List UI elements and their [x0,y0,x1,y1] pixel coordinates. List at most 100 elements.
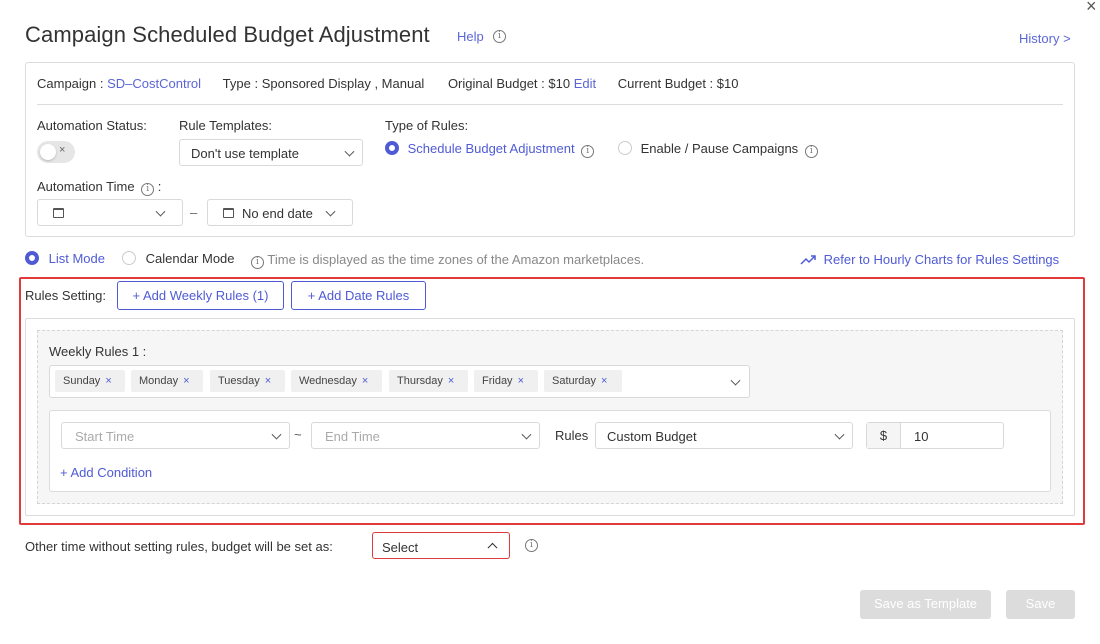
remove-tag-icon[interactable]: × [183,375,189,387]
remove-tag-icon[interactable]: × [601,375,607,387]
timezone-note-text: Time is displayed as the time zones of t… [267,252,645,267]
calendar-icon [223,208,234,218]
day-tag-thursday: Thursday × [389,370,468,392]
budget-amount-input[interactable]: $ 10 [866,422,1004,449]
radio-list-mode[interactable]: List Mode [25,251,105,266]
hourly-charts-link-text: Refer to Hourly Charts for Rules Setting… [823,252,1060,267]
currency-addon: $ [867,423,901,448]
chevron-down-icon [834,429,845,440]
type-label: Type : [222,76,259,91]
hourly-charts-link[interactable]: Refer to Hourly Charts for Rules Setting… [800,252,1059,267]
chevron-right-icon: > [1063,31,1071,46]
end-time-placeholder: End Time [325,429,380,444]
other-time-label: Other time without setting rules, budget… [25,539,333,554]
rules-label: Rules [555,428,589,443]
save-button[interactable]: Save [1006,590,1075,619]
save-as-template-button[interactable]: Save as Template [860,590,991,619]
start-date-picker[interactable] [37,199,183,226]
end-date-value: No end date [242,206,313,221]
day-tag-label: Wednesday [299,375,357,387]
weekly-rules-label: Weekly Rules 1 : [49,344,147,359]
rule-type-select[interactable]: Custom Budget [595,422,853,449]
toggle-off-icon: × [59,144,66,156]
automation-status-toggle[interactable]: × [37,141,75,163]
rule-templates-label: Rule Templates: [179,118,272,133]
end-date-picker[interactable]: No end date [207,199,353,226]
info-icon: i [493,30,506,43]
history-link[interactable]: History > [1019,31,1071,46]
add-date-rules-button[interactable]: + Add Date Rules [291,281,426,310]
radio-calendar-mode[interactable]: Calendar Mode [122,251,235,266]
campaign-name-link[interactable]: SD–CostControl [107,76,201,91]
budget-amount-value: 10 [914,429,929,444]
day-tag-label: Thursday [397,375,443,387]
history-label: History [1019,31,1060,46]
timezone-note: i Time is displayed as the time zones of… [251,252,644,269]
list-mode-label: List Mode [48,251,105,266]
chevron-down-icon [344,146,355,157]
info-icon: i [804,145,818,158]
day-tag-sunday: Sunday × [55,370,125,392]
edit-budget-link[interactable]: Edit [574,76,596,91]
divider [37,104,1063,105]
radio-schedule-budget-label: Schedule Budget Adjustment [407,141,575,156]
rule-type-value: Custom Budget [607,429,697,444]
end-time-select[interactable]: End Time [311,422,540,449]
add-weekly-rules-button[interactable]: + Add Weekly Rules (1) [117,281,284,310]
calendar-mode-label: Calendar Mode [145,251,235,266]
start-time-placeholder: Start Time [75,429,135,444]
info-icon: i [525,539,538,552]
day-tag-label: Tuesday [218,375,260,387]
day-tag-label: Sunday [63,375,101,387]
radio-unselected-icon [122,251,136,265]
help-link[interactable]: Help [457,29,484,44]
remove-tag-icon[interactable]: × [518,375,524,387]
chevron-down-icon [521,429,532,440]
day-tag-monday: Monday × [131,370,203,392]
info-icon: i [581,145,595,158]
radio-enable-pause[interactable]: Enable / Pause Campaigns i [618,141,818,158]
chevron-up-icon [487,542,498,553]
day-tag-label: Saturday [552,375,597,387]
close-icon[interactable]: × [1086,0,1097,17]
automation-status-label: Automation Status: [37,118,147,133]
radio-unselected-icon [618,141,632,155]
rule-template-select[interactable]: Don't use template [179,139,363,166]
time-range-tilde: ~ [294,427,302,442]
remove-tag-icon[interactable]: × [265,375,271,387]
day-tag-wednesday: Wednesday × [291,370,382,392]
calendar-icon [53,208,64,218]
remove-tag-icon[interactable]: × [362,375,368,387]
original-budget-value: $10 [548,76,571,91]
radio-schedule-budget[interactable]: Schedule Budget Adjustment i [385,141,595,158]
other-time-budget-select[interactable]: Select [372,532,510,559]
info-icon: i [141,183,155,196]
chevron-down-icon [730,375,741,386]
chevron-down-icon [325,206,336,217]
remove-tag-icon[interactable]: × [448,375,454,387]
day-tag-label: Monday [139,375,179,387]
campaign-label: Campaign : [37,76,104,91]
automation-time-colon: : [157,179,162,194]
campaign-info-row: Campaign : SD–CostControl Type : Sponsor… [37,76,738,91]
automation-time-text: Automation Time [37,179,135,194]
radio-selected-icon [25,251,39,265]
current-budget-label: Current Budget : [617,76,714,91]
toggle-knob [40,144,56,160]
add-condition-button[interactable]: + Add Condition [60,465,152,480]
trend-up-icon [800,255,816,265]
remove-tag-icon[interactable]: × [105,375,111,387]
automation-time-label: Automation Time i : [37,179,161,196]
type-of-rules-label: Type of Rules: [385,118,469,133]
info-icon: i [251,256,264,269]
date-range-dash: – [190,205,198,220]
type-value: Sponsored Display , Manual [261,76,425,91]
chevron-down-icon [271,429,282,440]
page-title: Campaign Scheduled Budget Adjustment [25,22,430,47]
day-tag-label: Friday [482,375,513,387]
radio-enable-pause-label: Enable / Pause Campaigns [640,141,799,156]
current-budget-value: $10 [716,76,739,91]
chevron-down-icon [155,206,166,217]
start-time-select[interactable]: Start Time [61,422,290,449]
rules-setting-label: Rules Setting: [25,288,106,303]
